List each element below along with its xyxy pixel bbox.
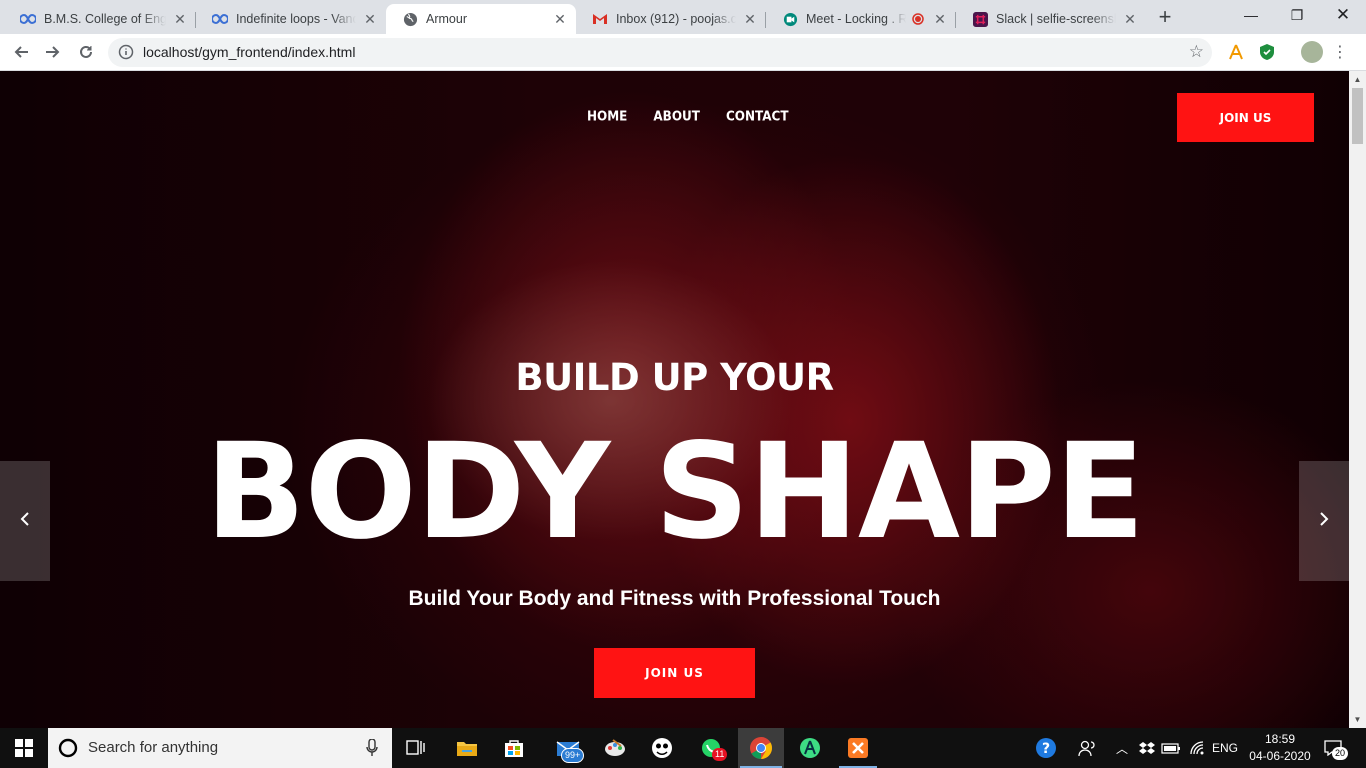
acrobat-extension-icon[interactable]: [1226, 42, 1246, 62]
close-tab-icon[interactable]: ✕: [1122, 11, 1138, 27]
taskbar-search-box[interactable]: Search for anything: [48, 728, 392, 768]
notification-center-icon[interactable]: 20: [1318, 728, 1349, 768]
skype-face-icon[interactable]: [641, 728, 683, 768]
new-tab-button[interactable]: +: [1152, 5, 1178, 31]
info-icon[interactable]: [118, 44, 134, 65]
xampp-icon[interactable]: [837, 728, 879, 768]
chevron-right-icon: [1318, 511, 1330, 532]
vertical-scrollbar[interactable]: ▲ ▼: [1349, 71, 1366, 728]
reload-icon[interactable]: [73, 39, 99, 65]
meet-icon: [782, 11, 798, 27]
tab-slack[interactable]: Slack | selfie-screenshot ✕: [956, 4, 1146, 34]
headline-big: BODY SHAPE: [205, 415, 1145, 569]
carousel-prev-button[interactable]: [0, 461, 50, 581]
tab-title: Indefinite loops - Vanderbilt: [236, 12, 356, 26]
chrome-taskbar-icon[interactable]: [738, 728, 784, 768]
nav-home-link[interactable]: HOME: [587, 108, 627, 123]
clock-date[interactable]: 04-06-2020: [1248, 749, 1312, 763]
mail-icon[interactable]: 99+: [547, 728, 589, 768]
url-text: localhost/gym_frontend/index.html: [143, 44, 356, 60]
address-bar[interactable]: localhost/gym_frontend/index.html ☆: [108, 38, 1212, 67]
whatsapp-count-badge: 11: [712, 748, 728, 761]
menu-dots-icon[interactable]: ⋮: [1330, 42, 1350, 62]
chevron-left-icon: [19, 511, 31, 532]
close-tab-icon[interactable]: ✕: [172, 11, 188, 27]
nav-about-link[interactable]: ABOUT: [653, 108, 700, 123]
carousel-next-button[interactable]: [1299, 461, 1349, 581]
people-icon[interactable]: [1075, 728, 1099, 768]
forward-arrow-icon[interactable]: [40, 39, 66, 65]
tab-meet[interactable]: Meet - Locking . Re ✕: [766, 4, 956, 34]
file-explorer-icon[interactable]: [446, 728, 488, 768]
svg-text:?: ?: [1042, 741, 1050, 757]
tab-title: Inbox (912) - poojas.cs18: [616, 12, 736, 26]
join-us-cta-button[interactable]: JOIN US: [594, 648, 755, 698]
main-nav: HOME ABOUT CONTACT: [587, 108, 789, 123]
store-icon[interactable]: [493, 728, 535, 768]
windows-start-icon[interactable]: [0, 728, 48, 768]
battery-icon[interactable]: [1160, 728, 1182, 768]
gmail-icon: [592, 11, 608, 27]
join-us-header-button[interactable]: JOIN US: [1177, 93, 1314, 142]
tab-armour[interactable]: Armour ✕: [386, 4, 576, 34]
tab-indefinite-loops[interactable]: Indefinite loops - Vanderbilt ✕: [196, 4, 386, 34]
whatsapp-icon[interactable]: 11: [690, 728, 732, 768]
restore-icon[interactable]: ❐: [1274, 0, 1320, 30]
close-tab-icon[interactable]: ✕: [552, 11, 568, 27]
globe-icon: [402, 11, 418, 27]
back-arrow-icon[interactable]: [8, 39, 34, 65]
close-tab-icon[interactable]: ✕: [362, 11, 378, 27]
tab-title: Armour: [426, 12, 467, 26]
hero-carousel: HOME ABOUT CONTACT JOIN US BUILD UP YOUR…: [0, 71, 1349, 728]
shield-extension-icon[interactable]: [1257, 42, 1277, 62]
android-studio-icon[interactable]: [789, 728, 831, 768]
search-placeholder: Search for anything: [88, 739, 219, 756]
windows-taskbar: Search for anything 99+ 11 ? ︿ ENG 18:59…: [0, 728, 1366, 768]
scrollbar-thumb[interactable]: [1352, 88, 1363, 144]
scroll-down-icon[interactable]: ▼: [1349, 711, 1366, 728]
help-icon[interactable]: ?: [1033, 728, 1059, 768]
tab-bms[interactable]: B.M.S. College of Engineering ✕: [4, 4, 196, 34]
bookmark-star-icon[interactable]: ☆: [1189, 43, 1204, 61]
infinity-icon: [212, 11, 228, 27]
browser-toolbar: localhost/gym_frontend/index.html ☆ ⋮: [0, 34, 1366, 71]
scroll-up-icon[interactable]: ▲: [1349, 71, 1366, 88]
profile-avatar[interactable]: [1301, 41, 1323, 63]
paint-icon[interactable]: [594, 728, 636, 768]
dropbox-icon[interactable]: [1137, 728, 1157, 768]
tab-title: B.M.S. College of Engineering: [44, 12, 166, 26]
language-indicator[interactable]: ENG: [1212, 741, 1238, 755]
close-tab-icon[interactable]: ✕: [932, 11, 948, 27]
page-viewport: HOME ABOUT CONTACT JOIN US BUILD UP YOUR…: [0, 71, 1366, 728]
recording-icon: [910, 11, 926, 27]
tray-chevron-up-icon[interactable]: ︿: [1113, 728, 1131, 768]
tab-gmail[interactable]: Inbox (912) - poojas.cs18 ✕: [576, 4, 766, 34]
close-window-icon[interactable]: ✕: [1320, 0, 1366, 30]
slack-icon: [972, 11, 988, 27]
tab-strip: B.M.S. College of Engineering ✕ Indefini…: [0, 0, 1366, 34]
tab-title: Slack | selfie-screenshot: [996, 12, 1116, 26]
infinity-icon: [20, 11, 36, 27]
minimize-icon[interactable]: —: [1228, 0, 1274, 30]
hero-subtitle: Build Your Body and Fitness with Profess…: [408, 587, 941, 610]
close-tab-icon[interactable]: ✕: [742, 11, 758, 27]
tab-title: Meet - Locking . Re: [806, 12, 906, 26]
cortana-circle-icon: [58, 738, 78, 763]
notification-count-badge: 20: [1332, 747, 1349, 760]
microphone-icon[interactable]: [366, 738, 378, 762]
mail-count-badge: 99+: [561, 748, 585, 763]
clock-time[interactable]: 18:59: [1265, 732, 1295, 746]
task-view-icon[interactable]: [395, 728, 437, 768]
headline-small: BUILD UP YOUR: [515, 356, 834, 399]
nav-contact-link[interactable]: CONTACT: [726, 108, 789, 123]
wifi-icon[interactable]: [1186, 728, 1208, 768]
